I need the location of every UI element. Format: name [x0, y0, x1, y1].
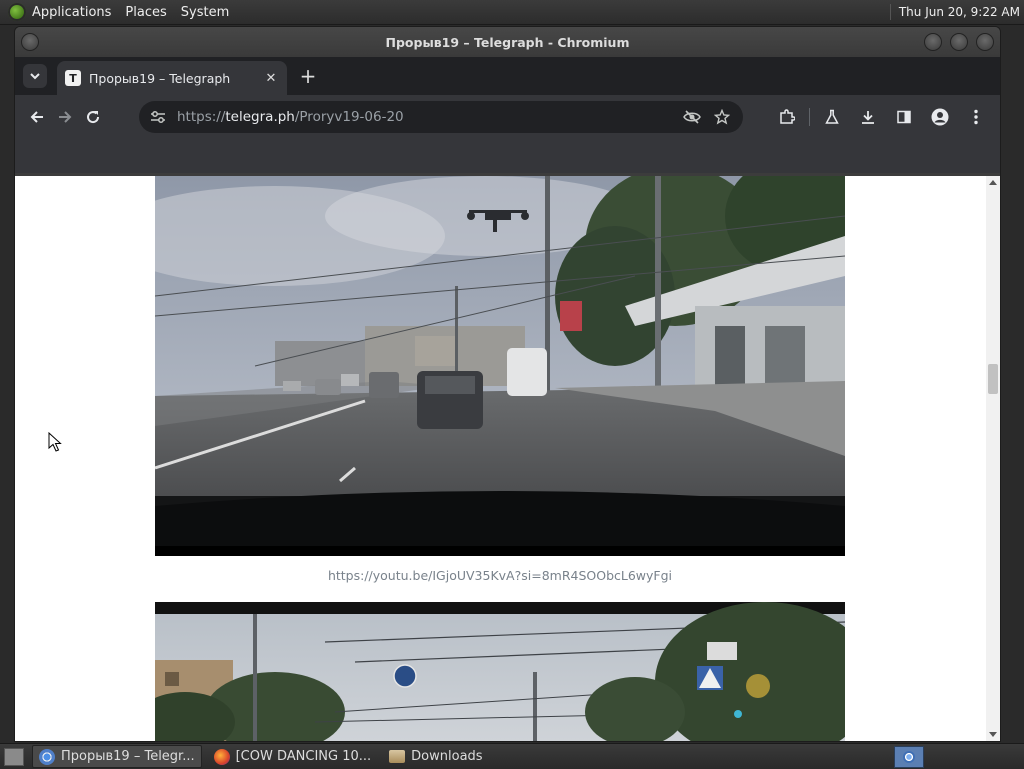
bottom-taskbar: Прорыв19 – Telegr... [COW DANCING 10... …	[0, 743, 1024, 769]
telegraph-favicon-icon: T	[65, 70, 81, 86]
taskbar-item-label: Прорыв19 – Telegr...	[61, 749, 195, 764]
bookmark-star-button[interactable]	[707, 109, 737, 125]
video-caption-link[interactable]: https://youtu.be/IGjoUV35KvA?si=8mR4SOOb…	[155, 568, 845, 583]
maximize-button[interactable]	[950, 33, 968, 51]
arrow-left-icon	[30, 111, 43, 123]
profile-button[interactable]	[922, 103, 958, 131]
distro-logo-icon[interactable]	[8, 3, 26, 21]
puzzle-icon	[780, 109, 795, 124]
close-window-button[interactable]	[976, 33, 994, 51]
url-scheme: https://	[177, 109, 226, 125]
more-vert-icon	[974, 109, 978, 125]
folder-icon	[389, 750, 406, 763]
taskbar-item-label: [COW DANCING 10...	[235, 749, 372, 764]
window-title: Прорыв19 – Telegraph - Chromium	[385, 34, 630, 50]
download-icon	[862, 111, 874, 124]
video-embed-2[interactable]	[155, 602, 845, 741]
flask-icon	[825, 109, 839, 124]
url-path: /Proryv19-06-20	[294, 109, 404, 125]
mouse-cursor-icon	[48, 432, 62, 452]
taskbar-item-label: Downloads	[411, 749, 483, 764]
menu-applications[interactable]: Applications	[32, 5, 111, 20]
tab-title: Прорыв19 – Telegraph	[89, 70, 231, 86]
minimize-button[interactable]	[924, 33, 942, 51]
toolbar-actions	[769, 103, 994, 131]
tray-chromium-icon[interactable]	[894, 746, 924, 768]
address-bar[interactable]: https://telegra.ph/Proryv19-06-20	[139, 101, 743, 133]
labs-button[interactable]	[814, 103, 850, 131]
extensions-button[interactable]	[769, 103, 805, 131]
scroll-thumb[interactable]	[988, 364, 998, 394]
scroll-up-arrow-icon[interactable]	[989, 180, 997, 185]
top-panel: Applications Places System Thu Jun 20, 9…	[0, 0, 1024, 25]
star-icon	[714, 109, 730, 125]
reload-icon	[87, 111, 100, 124]
page-scrollbar[interactable]	[986, 176, 1000, 741]
chromium-icon	[39, 748, 55, 765]
show-desktop-button[interactable]	[4, 747, 24, 766]
tab-strip: T Прорыв19 – Telegraph ✕ +	[15, 57, 1000, 95]
taskbar-item-chromium[interactable]: Прорыв19 – Telegr...	[32, 745, 202, 768]
menu-places[interactable]: Places	[125, 5, 166, 20]
window-menu-button[interactable]	[21, 33, 39, 51]
scroll-down-arrow-icon[interactable]	[989, 732, 997, 737]
street-scene-image	[155, 602, 845, 741]
chrome-menu-button[interactable]	[958, 103, 994, 131]
browser-toolbar: https://telegra.ph/Proryv19-06-20	[15, 95, 1000, 139]
page-viewport[interactable]: https://youtu.be/IGjoUV35KvA?si=8mR4SOOb…	[15, 176, 1000, 741]
bookmarks-bar	[15, 139, 1000, 173]
reload-button[interactable]	[79, 103, 107, 131]
downloads-button[interactable]	[850, 103, 886, 131]
tab-telegraph[interactable]: T Прорыв19 – Telegraph ✕	[57, 61, 287, 95]
taskbar-item-firefox[interactable]: [COW DANCING 10...	[208, 746, 378, 767]
toolbar-separator	[809, 108, 810, 126]
window-titlebar[interactable]: Прорыв19 – Telegraph - Chromium	[15, 27, 1000, 57]
forward-button[interactable]	[51, 103, 79, 131]
dashcam-road-image	[155, 176, 845, 556]
clock-label: Thu Jun 20, 9:22 AM	[898, 5, 1020, 19]
site-info-button[interactable]	[145, 110, 171, 124]
url-text: https://telegra.ph/Proryv19-06-20	[177, 109, 677, 125]
tracking-protection-icon[interactable]	[677, 110, 707, 124]
browser-window: Прорыв19 – Telegraph - Chromium T Прорыв…	[14, 26, 1001, 742]
chevron-down-icon	[30, 73, 40, 80]
new-tab-button[interactable]: +	[297, 64, 319, 88]
avatar-icon	[931, 108, 949, 126]
menu-system[interactable]: System	[181, 5, 229, 20]
back-button[interactable]	[23, 103, 51, 131]
side-panel-icon	[897, 110, 911, 124]
url-host: telegra.ph	[225, 109, 295, 125]
eye-off-icon	[683, 110, 701, 124]
tune-icon	[151, 111, 165, 123]
arrow-right-icon	[59, 111, 72, 123]
close-icon[interactable]: ✕	[263, 70, 279, 86]
video-embed-1[interactable]	[155, 176, 845, 556]
side-panel-button[interactable]	[886, 103, 922, 131]
tab-search-button[interactable]	[23, 64, 47, 88]
taskbar-item-downloads[interactable]: Downloads	[383, 746, 488, 767]
firefox-icon	[213, 748, 230, 765]
clock-separator	[889, 4, 891, 20]
panel-clock[interactable]: Thu Jun 20, 9:22 AM	[889, 0, 1020, 24]
